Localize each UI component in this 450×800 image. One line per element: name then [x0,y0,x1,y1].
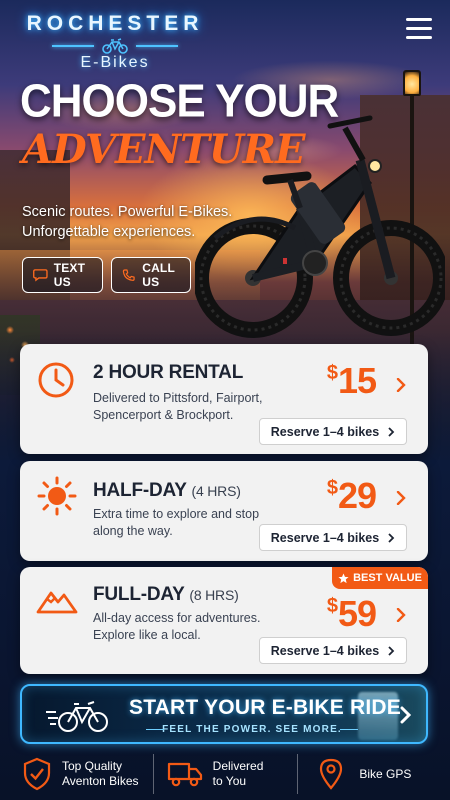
reserve-button[interactable]: Reserve 1–4 bikes [259,418,407,445]
banner-title: START YOUR E-BIKE RIDE [129,696,401,719]
hero-subtitle: Scenic routes. Powerful E-Bikes. Unforge… [22,204,233,240]
banner-subtitle: FEEL THE POWER. SEE MORE. [146,724,358,735]
rental-card-full-day[interactable]: BEST VALUE FULL-DAY (8 HRS) All-day acce… [20,567,428,674]
rental-title: HALF-DAY (4 HRS) [93,480,241,501]
rental-duration: (4 HRS) [191,483,241,499]
header: ROCHESTER E-Bikes [0,0,450,72]
map-pin-icon [320,758,343,790]
shield-check-icon [23,757,51,791]
sun-icon [37,476,77,516]
rental-description: Delivered to Pittsford, Fairport, Spence… [93,391,263,422]
brand-name: ROCHESTER [26,12,204,35]
best-value-badge: BEST VALUE [332,567,428,589]
rental-price: $29 [326,475,377,516]
chevron-right-icon[interactable] [394,378,408,392]
brand-divider-left [52,45,94,47]
hero-title: CHOOSE YOUR [20,75,339,128]
feature-delivery: Delivered to You [152,750,298,798]
rental-title: FULL-DAY (8 HRS) [93,584,239,605]
bike-icon [46,701,108,732]
chevron-right-icon[interactable] [394,608,408,622]
chevron-right-icon [400,706,412,724]
feature-gps: Bike GPS [297,750,450,798]
text-us-label: TEXT US [53,261,86,289]
clock-icon [38,362,74,398]
rental-card-2-hour[interactable]: 2 HOUR RENTAL Delivered to Pittsford, Fa… [20,344,428,454]
reserve-button[interactable]: Reserve 1–4 bikes [259,524,407,551]
star-icon [338,572,349,583]
bike-logo-icon [102,38,128,54]
rental-price: $59 [326,593,377,634]
chat-bubble-icon [33,269,48,282]
brand-tagline: E-Bikes [80,54,150,71]
chevron-right-icon [388,532,395,543]
phone-icon [122,269,135,281]
rental-description: All-day access for adventures. Explore l… [93,611,261,642]
rental-card-half-day[interactable]: HALF-DAY (4 HRS) Extra time to explore a… [20,461,428,561]
rental-duration: (8 HRS) [189,587,239,603]
call-us-button[interactable]: CALL US [111,257,191,293]
features-bar: Top Quality Aventon Bikes Delivered to Y… [0,750,450,798]
feature-quality: Top Quality Aventon Bikes [0,750,153,798]
chevron-right-icon [388,426,395,437]
hero-script-title: ADVENTURE [22,126,305,173]
rental-description: Extra time to explore and stop along the… [93,507,260,538]
reserve-button[interactable]: Reserve 1–4 bikes [259,637,407,664]
text-us-button[interactable]: TEXT US [22,257,103,293]
chevron-right-icon [388,645,395,656]
hamburger-menu-icon[interactable] [406,18,432,40]
truck-icon [167,762,202,787]
mountain-icon [36,591,78,614]
rental-price: $15 [326,360,377,401]
call-us-label: CALL US [142,261,175,289]
chevron-right-icon[interactable] [394,491,408,505]
start-ride-banner[interactable]: START YOUR E-BIKE RIDE FEEL THE POWER. S… [20,684,428,744]
rental-title: 2 HOUR RENTAL [93,362,244,383]
brand-logo[interactable]: ROCHESTER E-Bikes [20,12,210,72]
brand-divider-right [136,45,178,47]
